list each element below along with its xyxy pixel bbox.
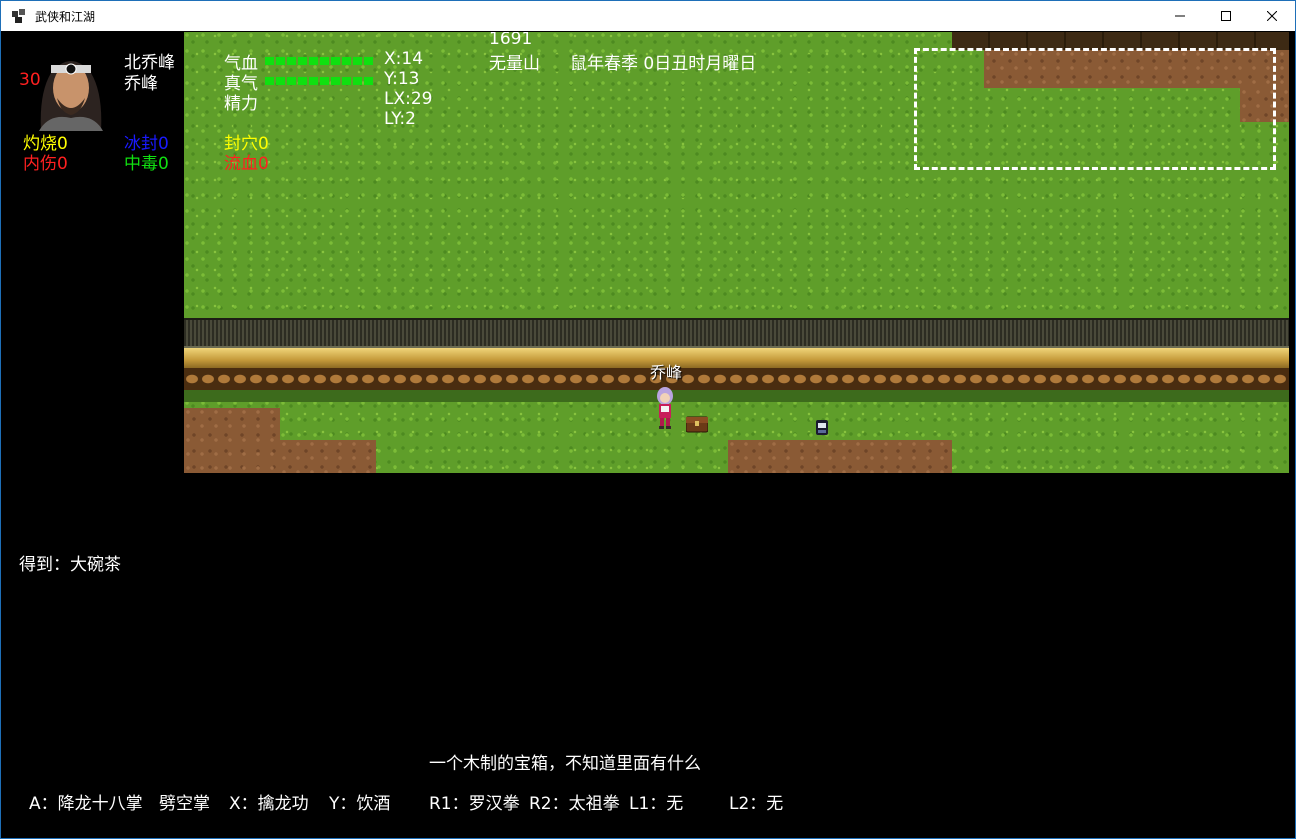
keybind-r2: R2：太祖拳 (529, 794, 620, 814)
coord-ly: LY:2 (384, 109, 416, 129)
wall-shadow (184, 390, 1289, 402)
hero-sprite[interactable] (654, 384, 676, 430)
fence-wall (184, 318, 1289, 348)
keybind-b: 劈空掌 (159, 794, 210, 814)
item-description: 一个木制的宝箱，不知道里面有什么 (429, 754, 701, 774)
character-portrait (29, 43, 113, 131)
title-bar[interactable]: 武侠和江湖 (1, 1, 1295, 31)
window-controls (1157, 1, 1295, 31)
wall-band (184, 348, 1289, 368)
status-bleed: 流血0 (224, 154, 269, 174)
rock-wall (184, 368, 1289, 390)
coord-lx: LX:29 (384, 89, 433, 109)
game-date: 鼠年春季 0日丑时月曜日 (570, 54, 757, 74)
maximize-icon (1221, 11, 1231, 21)
coord-y: Y:13 (384, 69, 420, 89)
character-name-label: 乔峰 (650, 363, 683, 382)
character-name: 乔峰 (124, 74, 158, 94)
keybind-l1: L1：无 (629, 794, 684, 814)
keybind-l2: L2：无 (729, 794, 784, 814)
character-level: 30 (19, 70, 41, 90)
close-icon (1267, 11, 1277, 21)
dirt-patch (184, 408, 280, 473)
keybind-a: A：降龙十八掌 (29, 794, 143, 814)
game-viewport[interactable]: 乔峰 30 北乔峰 乔峰 灼烧0 冰封0 封穴0 内伤0 中毒0 流血0 气血 … (9, 32, 1289, 832)
status-internal-injury: 内伤0 (23, 154, 68, 174)
keybind-r1: R1：罗汉拳 (429, 794, 520, 814)
coord-x: X:14 (384, 49, 424, 69)
status-poison: 中毒0 (124, 154, 169, 174)
keybind-y: Y：饮酒 (329, 794, 391, 814)
minimize-button[interactable] (1157, 1, 1203, 31)
maximize-button[interactable] (1203, 1, 1249, 31)
window-title: 武侠和江湖 (35, 9, 96, 24)
hp-bar (265, 57, 375, 65)
stamina-label: 精力 (224, 94, 258, 114)
world-map[interactable]: 乔峰 (184, 32, 1289, 473)
item-jar-sprite[interactable] (814, 418, 830, 436)
app-icon (11, 8, 27, 24)
treasure-chest[interactable] (686, 415, 708, 433)
dirt-patch (280, 440, 376, 473)
game-window: 武侠和江湖 乔峰 30 北乔峰 乔峰 灼烧0 冰封0 封穴0 内伤0 中毒0 流… (0, 0, 1296, 839)
obtained-message: 得到：大碗茶 (19, 555, 121, 575)
mp-bar (265, 77, 375, 85)
dirt-patch (728, 440, 952, 473)
keybind-x: X：擒龙功 (229, 794, 309, 814)
minimap-frame (914, 48, 1276, 170)
location-name: 无量山 (489, 54, 540, 74)
minimize-icon (1175, 15, 1185, 17)
year-display: 1691 (489, 32, 533, 49)
close-button[interactable] (1249, 1, 1295, 31)
